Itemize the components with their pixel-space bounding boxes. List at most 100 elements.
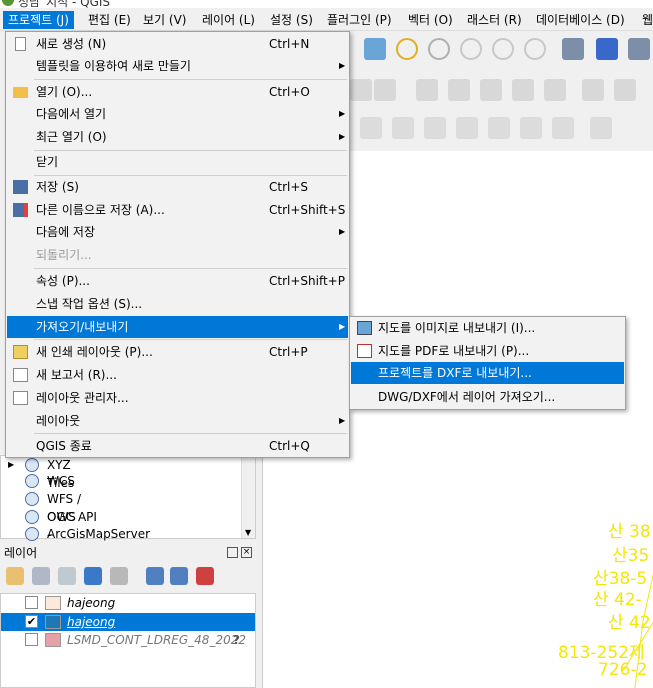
menu-item-shortcut: Ctrl+O — [269, 85, 310, 99]
layer-symbol-swatch[interactable] — [45, 633, 61, 647]
menu-item-save-as[interactable]: 다른 이름으로 저장 (A)... Ctrl+Shift+S — [7, 199, 348, 221]
menu-item-new-report[interactable]: 새 보고서 (R)... — [7, 364, 348, 386]
menu-item-open[interactable]: 열기 (O)... Ctrl+O — [7, 81, 348, 103]
filter-legend-icon[interactable] — [84, 567, 102, 585]
menu-item-exit[interactable]: QGIS 종료 Ctrl+Q — [7, 435, 348, 457]
submenu-item-export-pdf[interactable]: 지도를 PDF로 내보내기 (P)... — [351, 340, 624, 362]
cut-features-icon[interactable] — [480, 79, 502, 101]
add-ring-icon[interactable] — [360, 117, 382, 139]
remove-layer-icon[interactable] — [196, 567, 214, 585]
expand-all-icon[interactable] — [146, 567, 164, 585]
offset-curve-icon[interactable] — [552, 117, 574, 139]
add-group-icon[interactable] — [32, 567, 50, 585]
menu-item-close[interactable]: 닫기 — [7, 151, 348, 173]
menu-item-layouts[interactable]: 레이아웃 ▶ — [7, 410, 348, 432]
layer-styling-icon[interactable] — [6, 567, 24, 585]
menu-item-new[interactable]: 새로 생성 (N) Ctrl+N — [7, 33, 348, 55]
menu-item-label: 다른 이름으로 저장 (A)... — [36, 203, 165, 217]
paste-features-icon[interactable] — [544, 79, 566, 101]
submenu-arrow-icon: ▶ — [339, 322, 346, 331]
zoom-full-icon[interactable] — [364, 38, 386, 60]
expand-arrow-icon[interactable]: ▶ — [8, 456, 14, 474]
menu-item-layout-manager[interactable]: 레이아웃 관리자... — [7, 387, 348, 409]
menu-layer[interactable]: 레이어 (L) — [197, 11, 260, 29]
layer-row[interactable]: hajeong — [1, 594, 255, 612]
scroll-down-icon[interactable]: ▼ — [245, 528, 251, 537]
help-icon[interactable]: ? — [233, 631, 240, 649]
save-icon — [13, 180, 28, 194]
menu-separator — [34, 79, 347, 80]
menu-item-label: 다음에서 열기 — [36, 107, 107, 121]
vertex-tool-icon[interactable] — [374, 79, 396, 101]
zoom-last-icon[interactable] — [492, 38, 514, 60]
delete-part-icon[interactable] — [488, 117, 510, 139]
submenu-arrow-icon: ▶ — [339, 416, 346, 425]
add-part-icon[interactable] — [392, 117, 414, 139]
digitize-icon[interactable] — [350, 79, 372, 101]
reshape-icon[interactable] — [520, 117, 542, 139]
browser-item-label: WCS — [47, 474, 75, 488]
export-image-icon — [357, 321, 372, 335]
fill-ring-icon[interactable] — [424, 117, 446, 139]
close-panel-icon[interactable]: × — [241, 547, 252, 558]
layer-row-selected[interactable]: ✔ hajeong — [1, 613, 255, 631]
layer-row[interactable]: LSMD_CONT_LDREG_48_2022 ? — [1, 631, 255, 649]
delete-selected-icon[interactable] — [448, 79, 470, 101]
layer-symbol-swatch[interactable] — [45, 615, 61, 629]
submenu-item-export-image[interactable]: 지도를 이미지로 내보내기 (I)... — [351, 317, 624, 339]
submenu-arrow-icon: ▶ — [339, 109, 346, 118]
submenu-item-import-dwg-dxf[interactable]: DWG/DXF에서 레이어 가져오기... — [351, 386, 624, 408]
undo-icon[interactable] — [582, 79, 604, 101]
menu-item-save[interactable]: 저장 (S) Ctrl+S — [7, 176, 348, 198]
wfs-icon — [25, 492, 39, 506]
new-report-icon — [13, 368, 28, 382]
submenu-arrow-icon: ▶ — [339, 227, 346, 236]
menu-view[interactable]: 보기 (V) — [138, 11, 191, 29]
menu-item-new-from-template[interactable]: 템플릿을 이용하여 새로 만들기 ▶ — [7, 55, 348, 77]
show-bookmarks-icon[interactable] — [596, 38, 618, 60]
menu-item-snapping-options[interactable]: 스냅 작업 옵션 (S)... — [7, 293, 348, 315]
copy-features-icon[interactable] — [512, 79, 534, 101]
zoom-native-icon[interactable] — [460, 38, 482, 60]
menu-plugins[interactable]: 플러그인 (P) — [322, 11, 397, 29]
menu-item-open-from[interactable]: 다음에서 열기 ▶ — [7, 103, 348, 125]
menu-item-label: 다음에 저장 — [36, 225, 96, 239]
menu-database[interactable]: 데이터베이스 (D) — [531, 11, 630, 29]
layer-visibility-checkbox[interactable] — [25, 633, 38, 646]
redo-icon[interactable] — [614, 79, 636, 101]
export-pdf-icon — [357, 344, 372, 358]
menu-item-label: 스냅 작업 옵션 (S)... — [36, 297, 143, 311]
menu-web[interactable]: 웹 — [637, 11, 653, 29]
menu-vector[interactable]: 벡터 (O) — [403, 11, 458, 29]
manage-map-themes-icon[interactable] — [58, 567, 76, 585]
new-file-icon — [15, 37, 26, 51]
menu-item-open-recent[interactable]: 최근 열기 (O) ▶ — [7, 126, 348, 148]
filter-expression-icon[interactable] — [110, 567, 128, 585]
float-panel-icon[interactable] — [227, 547, 238, 558]
menu-project[interactable]: 프로젝트 (J) — [3, 11, 74, 29]
refresh-icon[interactable] — [628, 38, 650, 60]
menu-separator — [34, 339, 347, 340]
zoom-to-selection-icon[interactable] — [396, 38, 418, 60]
modify-attributes-icon[interactable] — [416, 79, 438, 101]
ows-icon — [25, 510, 39, 524]
collapse-all-icon[interactable] — [170, 567, 188, 585]
layer-symbol-swatch[interactable] — [45, 596, 61, 610]
rotate-icon[interactable] — [590, 117, 612, 139]
menu-item-save-to[interactable]: 다음에 저장 ▶ — [7, 221, 348, 243]
submenu-item-export-dxf[interactable]: 프로젝트를 DXF로 내보내기... — [351, 362, 624, 384]
menu-item-label: 가져오기/내보내기 — [36, 320, 129, 334]
menu-settings[interactable]: 설정 (S) — [265, 11, 318, 29]
new-bookmark-icon[interactable] — [562, 38, 584, 60]
zoom-to-layer-icon[interactable] — [428, 38, 450, 60]
delete-ring-icon[interactable] — [456, 117, 478, 139]
menu-item-new-print-layout[interactable]: 새 인쇄 레이아웃 (P)... Ctrl+P — [7, 341, 348, 363]
layer-visibility-checkbox[interactable] — [25, 596, 38, 609]
menu-item-import-export[interactable]: 가져오기/내보내기 ▶ — [7, 316, 348, 338]
menu-item-properties[interactable]: 속성 (P)... Ctrl+Shift+P — [7, 270, 348, 292]
browser-scrollbar[interactable]: ▼ — [241, 456, 255, 538]
menu-edit[interactable]: 편집 (E) — [83, 11, 136, 29]
zoom-next-icon[interactable] — [524, 38, 546, 60]
menu-raster[interactable]: 래스터 (R) — [462, 11, 527, 29]
layer-visibility-checkbox[interactable]: ✔ — [25, 615, 38, 628]
